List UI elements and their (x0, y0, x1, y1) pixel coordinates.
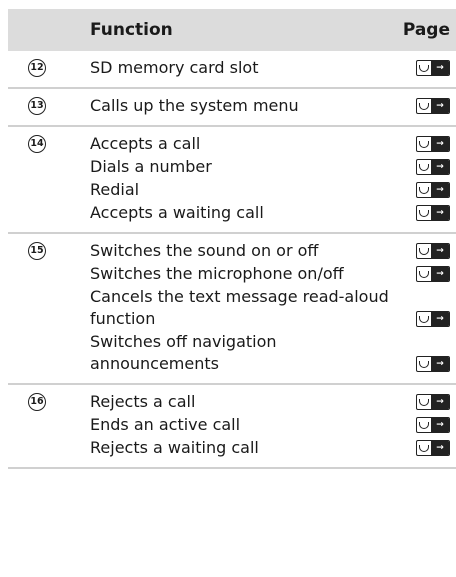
function-group: 13 Calls up the system menu → (8, 89, 456, 127)
function-text: Dials a number (90, 157, 212, 176)
page-reference-icon[interactable]: → (416, 182, 450, 198)
function-row: Rejects a waiting call → (90, 437, 456, 459)
function-text: Switches the sound on or off (90, 241, 319, 260)
function-group: 14 Accepts a call → Dials a number → Redial → A… (8, 127, 456, 234)
page-col-header: Page (402, 20, 450, 40)
function-text: Ends an active call (90, 415, 241, 434)
function-row: Switches the microphone on/off → (90, 263, 456, 285)
function-group: 15 Switches the sound on or off → Switches … (8, 234, 456, 385)
function-row: Rejects a call → (90, 391, 456, 413)
page-reference-icon[interactable]: → (416, 205, 450, 221)
page-reference-icon[interactable]: → (416, 440, 450, 456)
function-text: Cancels the text message read-aloud func… (90, 287, 389, 328)
page-reference-icon[interactable]: → (416, 136, 450, 152)
function-row: Switches the sound on or off → (90, 240, 456, 262)
item-number: 16 (28, 393, 46, 411)
item-number-cell: 14 (8, 127, 65, 232)
function-row: Switches off navigation announcements → (90, 331, 456, 375)
page-reference-icon[interactable]: → (416, 356, 450, 372)
function-col-header: Function (90, 20, 173, 40)
item-number: 13 (28, 97, 46, 115)
item-number-cell: 13 (8, 89, 65, 125)
function-group: 16 Rejects a call → Ends an active call → Rej… (8, 385, 456, 469)
function-row: Ends an active call → (90, 414, 456, 436)
page-reference-icon[interactable]: → (416, 266, 450, 282)
function-row: Cancels the text message read-aloud func… (90, 286, 456, 330)
page-reference-icon[interactable]: → (416, 98, 450, 114)
function-table: Function Page 12 SD memory card slot → 13 Ca… (8, 9, 456, 469)
function-text: Rejects a call (90, 392, 196, 411)
function-text: Redial (90, 180, 140, 199)
item-number-cell: 16 (8, 385, 65, 467)
function-text: Calls up the system menu (90, 96, 299, 115)
function-row: Accepts a waiting call → (90, 202, 456, 224)
item-number: 12 (28, 59, 46, 77)
page-reference-icon[interactable]: → (416, 394, 450, 410)
function-row: Dials a number → (90, 156, 456, 178)
function-row: Redial → (90, 179, 456, 201)
page-reference-icon[interactable]: → (416, 60, 450, 76)
function-text: SD memory card slot (90, 58, 259, 77)
function-text: Accepts a waiting call (90, 203, 264, 222)
item-number-cell: 12 (8, 51, 65, 87)
page-reference-icon[interactable]: → (416, 159, 450, 175)
page-reference-icon[interactable]: → (416, 243, 450, 259)
item-number: 14 (28, 135, 46, 153)
function-text: Switches the microphone on/off (90, 264, 344, 283)
function-row: Accepts a call → (90, 133, 456, 155)
page-reference-icon[interactable]: → (416, 417, 450, 433)
item-number-cell: 15 (8, 234, 65, 383)
function-row: Calls up the system menu → (90, 95, 456, 117)
page-reference-icon[interactable]: → (416, 311, 450, 327)
function-row: SD memory card slot → (90, 57, 456, 79)
item-number: 15 (28, 242, 46, 260)
function-text: Rejects a waiting call (90, 438, 259, 457)
function-group: 12 SD memory card slot → (8, 51, 456, 89)
function-text: Accepts a call (90, 134, 201, 153)
function-text: Switches off navigation announcements (90, 332, 277, 373)
table-header: Function Page (8, 9, 456, 51)
